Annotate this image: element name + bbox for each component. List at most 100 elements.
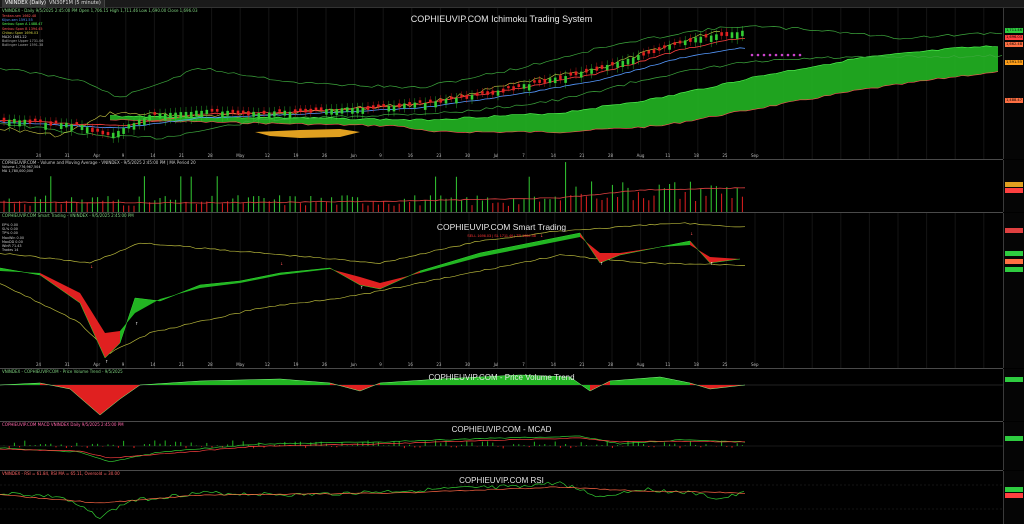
smart-ribbon-segment (480, 241, 540, 257)
volume-ma-label (1005, 188, 1023, 193)
rsi-ma-line (0, 486, 745, 504)
date-tick: 26 (322, 153, 328, 158)
pvt-label (1005, 377, 1023, 382)
price-candle (475, 89, 479, 100)
date-tick: 23 (436, 362, 442, 367)
pvt-pane-title: COPHIEUVIP.COM - Price Volume Trend (428, 373, 575, 382)
volume-chart (0, 162, 746, 212)
date-tick: 16 (407, 362, 413, 367)
macd-signal-line (0, 437, 746, 459)
price-label-close: 1,696.03 (1005, 35, 1023, 40)
tab-vn30f1m-5min[interactable]: VN30F1M (5 minute) (46, 0, 105, 7)
price-candle (163, 108, 167, 126)
kumo-cloud (110, 45, 998, 133)
ichimoku-legend: Tenkan-sen 1662.48 Kijun-sen 1591.55 Sen… (2, 14, 43, 48)
macd-pane-title: COPHIEUVIP.COM - MCAD (451, 425, 552, 434)
chart-tab-bar: VNINDEX (Daily) VN30F1M (5 minute) (0, 0, 1024, 8)
trading-chart-window: VNINDEX (Daily) VN30F1M (5 minute) VNIND… (0, 0, 1024, 524)
smart-ribbon-segment (280, 268, 330, 275)
date-tick: 28 (608, 362, 614, 367)
pvt-pane[interactable]: VNINDEX - COPHIEUVIP.COM - Price Volume … (0, 369, 1003, 422)
price-candle (423, 97, 427, 116)
price-candle (652, 45, 656, 57)
price-candle (111, 128, 115, 143)
price-candle (408, 98, 411, 110)
date-axis-bottom: 24 31 Apr 9 14 21 28 May 12 19 26 Jun 9 16 23 30 Jul 7 14 2… (0, 361, 1003, 368)
date-tick: 26 (322, 362, 328, 367)
price-candle (642, 48, 645, 60)
pvt-area-segment (100, 385, 120, 415)
buy-signal-arrow: ↑ (600, 261, 603, 266)
buy-signal-arrow: ↑ (710, 261, 713, 266)
price-candle (600, 61, 604, 73)
macd-pane[interactable]: COPHIEUVIP.COM MACD VNINDEX Daily 9/5/20… (0, 422, 1003, 471)
date-tick: 24 (36, 153, 42, 158)
ichimoku-header: VNINDEX - Daily 9/5/2025 2:45:00 PM Open… (2, 8, 198, 13)
price-candle (299, 105, 302, 115)
volume-pane[interactable]: COPHIEUVIP.COM - Volume and Moving Avera… (0, 160, 1003, 213)
price-candle (314, 104, 318, 114)
legend-line: MA 1,780,000,000 (2, 169, 34, 174)
price-candle (148, 109, 151, 126)
smart-trading-pane[interactable]: ↑ ↑ ↑ ↑ ↑ ↓ ↓ ↓ ↓ COPHIEUVIP.COM Smart Trading -… (0, 213, 1003, 369)
legend-line: Trades 14 (2, 248, 19, 253)
price-candle (18, 115, 21, 132)
date-tick: Aug (636, 153, 645, 158)
macd-axis[interactable] (1003, 422, 1024, 470)
date-tick: 21 (579, 362, 585, 367)
buy-signal-arrow: ↑ (360, 285, 363, 290)
date-axis-top: 24 31 Apr 9 14 21 28 May 12 19 26 Jun 9 16 23 30 Jul 7 14 2… (0, 152, 1003, 159)
price-candle (673, 38, 677, 49)
volume-legend: Volume 1,776,967,504 MA 1,780,000,000 (2, 165, 41, 173)
price-candle (631, 52, 635, 70)
price-candle (647, 46, 651, 58)
date-tick: 24 (36, 362, 42, 367)
price-candle (616, 57, 619, 73)
volume-axis[interactable] (1003, 160, 1024, 212)
smart-ribbon-segment (105, 331, 120, 358)
ichimoku-pane[interactable]: VNINDEX - Daily 9/5/2025 2:45:00 PM Open… (0, 8, 1003, 160)
date-tick: May (236, 362, 245, 367)
price-candle (512, 82, 515, 95)
price-candle (730, 27, 734, 43)
ichimoku-pane-title: COPHIEUVIP.COM Ichimoku Trading System (410, 14, 593, 24)
smart-pane-title: COPHIEUVIP.COM Smart Trading (436, 222, 567, 232)
price-candle (704, 30, 708, 42)
forecast-dot (792, 53, 796, 57)
price-label-span-a: 1,488.47 (1005, 98, 1023, 103)
tab-vnindex-daily[interactable]: VNINDEX (Daily) (2, 0, 50, 7)
price-candle (481, 88, 484, 97)
date-tick: 9 (379, 362, 382, 367)
pvt-area-segment (70, 385, 100, 415)
pvt-axis[interactable] (1003, 369, 1024, 421)
price-candle (663, 41, 666, 52)
forecast-dot (756, 53, 760, 57)
rsi-pane[interactable]: VNINDEX - RSI = 61.84, RSI MA = 65.11, O… (0, 471, 1003, 524)
date-tick: 18 (693, 362, 699, 367)
price-candle (54, 117, 58, 127)
rsi-pane-title: COPHIEUVIP.COM RSI (459, 476, 544, 485)
date-tick: 19 (293, 153, 299, 158)
rsi-axis[interactable] (1003, 471, 1024, 524)
smart-ribbon-segment (420, 253, 480, 273)
ichimoku-price-axis[interactable]: 1,711.46 1,696.03 1,662.48 1,591.55 1,48… (1003, 8, 1024, 159)
date-tick: 25 (722, 362, 728, 367)
date-tick: 21 (179, 153, 185, 158)
price-candle (491, 86, 495, 99)
price-candle (470, 90, 474, 105)
date-tick: 9 (379, 153, 382, 158)
date-tick: 18 (693, 153, 699, 158)
forecast-dot (798, 53, 802, 57)
forecast-dot (780, 53, 784, 57)
price-candle (143, 112, 146, 131)
date-tick: Aug (636, 362, 645, 367)
date-tick: 11 (665, 153, 671, 158)
smart-trading-axis[interactable] (1003, 213, 1024, 368)
smart-signal-text: SELL 1696.03 | SL 1711.46 | TP 1662.48 (467, 234, 536, 238)
date-tick: 12 (264, 362, 270, 367)
date-tick: Jul (493, 153, 499, 158)
price-candle (668, 40, 671, 55)
legend-line: Senkou Span A 1488.47 (2, 22, 43, 27)
price-candle (23, 115, 27, 129)
price-candle (626, 53, 630, 70)
